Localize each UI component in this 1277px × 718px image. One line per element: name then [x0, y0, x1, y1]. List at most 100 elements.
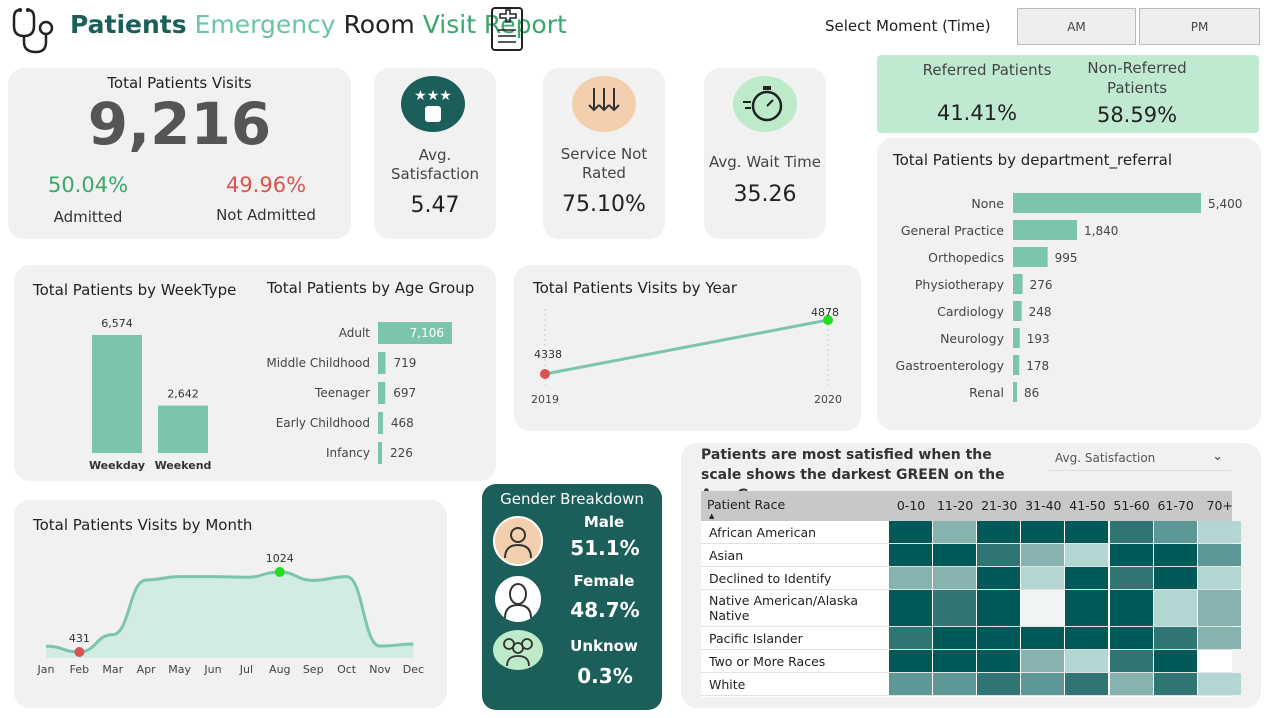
not-rated-card: Service Not Rated 75.10% [543, 68, 665, 239]
heatmap-cell [1197, 521, 1241, 543]
year-card: Total Patients Visits by Year 4338 2019 48… [514, 265, 861, 431]
month-axis-label: Dec [403, 663, 424, 676]
not-admitted-label: Not Admitted [216, 206, 316, 224]
heatmap-cell [1197, 567, 1241, 589]
year-line [544, 318, 829, 376]
heatmap-cell [889, 650, 933, 672]
heatmap-cell [1065, 544, 1109, 566]
heatmap-cell [889, 521, 933, 543]
age-category-label: Teenager [314, 386, 370, 400]
heatmap-column-label: 0-10 [896, 498, 926, 513]
department-value-label: 995 [1055, 251, 1078, 265]
month-axis-label: May [168, 663, 191, 676]
male-label: Male [583, 513, 625, 531]
month-value-label: 1024 [266, 552, 294, 565]
age-bar [378, 352, 386, 374]
weektype-value-label: 2,642 [167, 388, 199, 401]
stethoscope-icon [6, 4, 58, 56]
month-axis-label: Feb [70, 663, 89, 676]
not-rated-label: Service Not Rated [560, 145, 648, 182]
heatmap-cell [1021, 627, 1065, 649]
heatmap-cell [977, 650, 1021, 672]
department-value-label: 5,400 [1208, 197, 1242, 211]
heatmap-column-label: 51-60 [1113, 498, 1150, 513]
referred-value: 41.41% [936, 101, 1018, 125]
heatmap-cell [1065, 567, 1109, 589]
heatmap-cell [1021, 567, 1065, 589]
heatmap-cell [1109, 673, 1153, 695]
heatmap-cell [1065, 627, 1109, 649]
satisfaction-label: Avg. Satisfaction [390, 146, 480, 183]
heatmap-cell [977, 673, 1021, 695]
heatmap-cell [889, 590, 933, 626]
heatmap-cell [1153, 567, 1197, 589]
satisfaction-dropdown[interactable]: Avg. Satisfaction ⌄ [1049, 445, 1231, 471]
heatmap-cell [1109, 544, 1153, 566]
heatmap-cell [889, 567, 933, 589]
svg-text:★★★: ★★★ [414, 88, 452, 104]
not-admitted-pct: 49.96% [225, 173, 307, 197]
heatmap-cell [1153, 650, 1197, 672]
department-category-label: Neurology [940, 331, 1005, 346]
heatmap-cell [1197, 544, 1241, 566]
nonreferred-value: 58.59% [1096, 103, 1178, 127]
unknown-label: Unknow [570, 637, 638, 655]
nonreferred-label: Non-Referred Patients [1087, 59, 1187, 97]
heatmap-cell [1109, 650, 1153, 672]
department-bar [1013, 274, 1023, 294]
heatmap-cell [1065, 673, 1109, 695]
heatmap-column-label: 31-40 [1025, 498, 1062, 513]
heatmap-cell [1021, 590, 1065, 626]
heatmap-row-label: White [709, 677, 746, 692]
heatmap-cell [977, 590, 1021, 626]
weektype-category-label: Weekday [89, 459, 145, 472]
pm-button-label: PM [1190, 19, 1209, 34]
pm-button[interactable]: PM [1139, 8, 1260, 45]
department-category-label: Gastroenterology [896, 358, 1005, 373]
heatmap-cell [1065, 590, 1109, 626]
chevron-down-icon: ⌄ [1212, 449, 1223, 464]
month-axis-label: Oct [337, 663, 357, 676]
heatmap-cell [1065, 521, 1109, 543]
wait-time-label: Avg. Wait Time [709, 153, 821, 171]
heatmap-cell [1153, 544, 1197, 566]
weektype-bar [158, 405, 208, 453]
heatmap-table: Patient Race ▲ 0-10 11-20 21-30 31-40 41-50 5… [701, 491, 1241, 697]
arrows-down-icon [572, 76, 636, 132]
department-category-label: None [971, 196, 1004, 211]
year-axis-label: 2019 [531, 393, 559, 406]
heatmap-cell [1021, 521, 1065, 543]
heatmap-cell [889, 673, 933, 695]
heatmap-row-divider [701, 695, 1232, 696]
satisfaction-card: ★★★ Avg. Satisfaction 5.47 [374, 68, 496, 239]
age-value-label: 468 [391, 416, 414, 430]
department-bar [1013, 355, 1020, 375]
month-chart: Jan Feb 431 Mar Apr May Jun Jul Aug 1024 Sep Oct Nov… [37, 552, 425, 676]
am-button[interactable]: AM [1017, 8, 1136, 45]
month-area [46, 572, 414, 658]
year-axis-label: 2020 [814, 393, 842, 406]
month-axis-label: Nov [369, 663, 391, 676]
department-bar [1013, 247, 1048, 267]
department-category-label: Cardiology [937, 304, 1004, 319]
heatmap-cell [933, 544, 977, 566]
heatmap-card: Patients are most satisfied when the sca… [681, 443, 1261, 708]
heatmap-cell [933, 521, 977, 543]
heatmap-cell [977, 567, 1021, 589]
age-bar [378, 412, 383, 434]
heatmap-column-label: 70+ [1206, 498, 1233, 513]
department-category-label: General Practice [901, 223, 1004, 238]
month-axis-label: Jul [239, 663, 253, 676]
heatmap-row-label: Native American/Alaska Native [709, 593, 859, 623]
year-chart: 4338 2019 4878 2020 [531, 306, 842, 406]
heatmap-cell [1153, 521, 1197, 543]
year-value-label: 4878 [811, 306, 839, 319]
year-point [540, 369, 550, 379]
heatmap-grid: 0-10 11-20 21-30 31-40 41-50 51-60 61-70 70+ Afr… [701, 491, 1241, 697]
month-axis-label: Mar [102, 663, 123, 676]
age-category-label: Middle Childhood [266, 356, 370, 370]
moment-label: Select Moment (Time) [825, 17, 991, 35]
month-value-label: 431 [69, 632, 90, 645]
weektype-age-card: Total Patients by WeekType Total Patient… [14, 265, 496, 481]
heatmap-cell [1109, 627, 1153, 649]
